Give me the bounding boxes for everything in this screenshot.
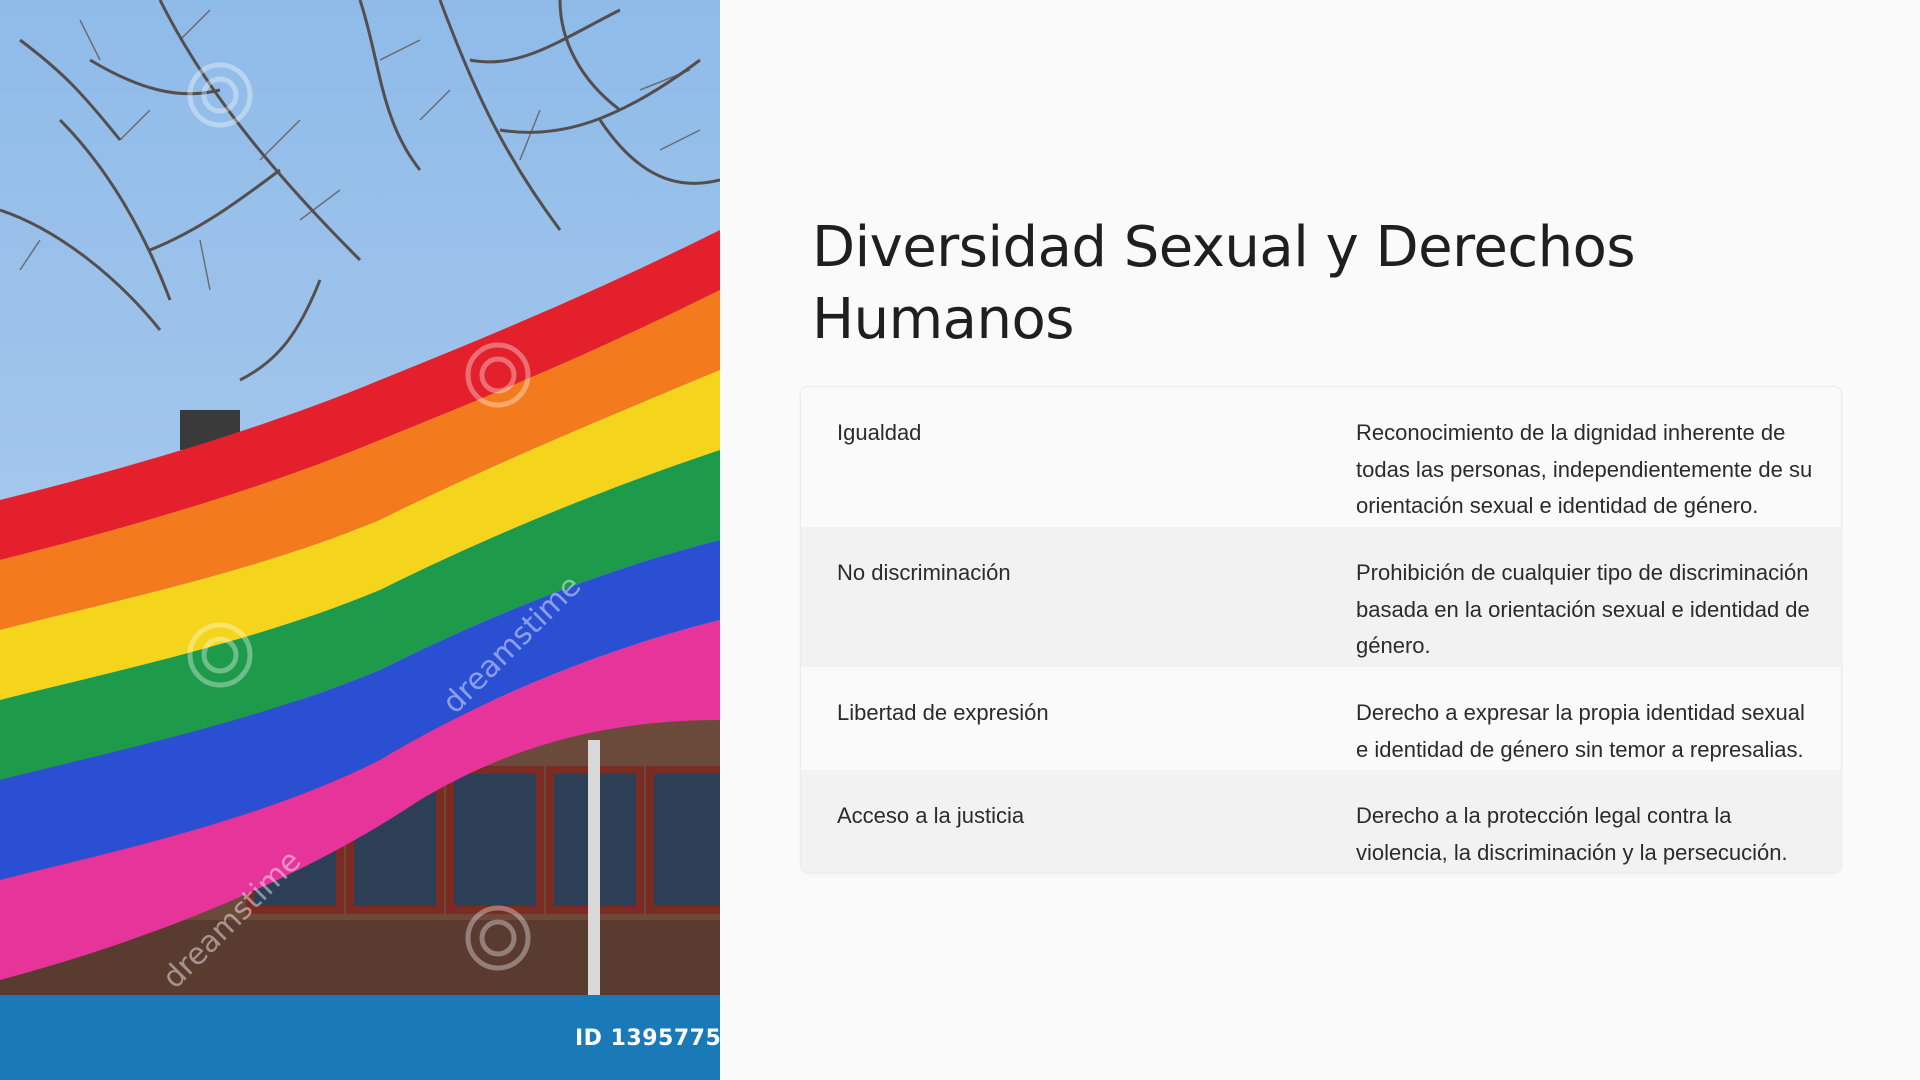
- slide-title: Diversidad Sexual y Derechos Humanos: [812, 215, 1636, 352]
- table-row: Igualdad Reconocimiento de la dignidad i…: [801, 387, 1841, 527]
- pride-flag-illustration: dreamstime dreamstime: [0, 0, 720, 1080]
- table-row: Acceso a la justicia Derecho a la protec…: [801, 770, 1841, 872]
- table-cell-term: Libertad de expresión: [837, 700, 1049, 725]
- table-cell-description: Derecho a expresar la propia identidad s…: [1356, 700, 1805, 762]
- table-cell-description: Derecho a la protección legal contra la …: [1356, 803, 1788, 865]
- rights-table: Igualdad Reconocimiento de la dignidad i…: [800, 386, 1842, 873]
- table-cell-description: Prohibición de cualquier tipo de discrim…: [1356, 560, 1810, 658]
- table-cell-term: Igualdad: [837, 420, 922, 445]
- pride-flag-photo: dreamstime dreamstime ID 139577544: [0, 0, 720, 1080]
- table-cell-description: Reconocimiento de la dignidad inherente …: [1356, 420, 1813, 518]
- slide: dreamstime dreamstime ID 139577544 Diver…: [0, 0, 1920, 1080]
- table-cell-term: Acceso a la justicia: [837, 803, 1025, 828]
- table-row: No discriminación Prohibición de cualqui…: [801, 527, 1841, 667]
- table-row: Libertad de expresión Derecho a expresar…: [801, 667, 1841, 770]
- table-cell-term: No discriminación: [837, 560, 1011, 585]
- image-id-label: ID 139577544: [575, 1026, 720, 1051]
